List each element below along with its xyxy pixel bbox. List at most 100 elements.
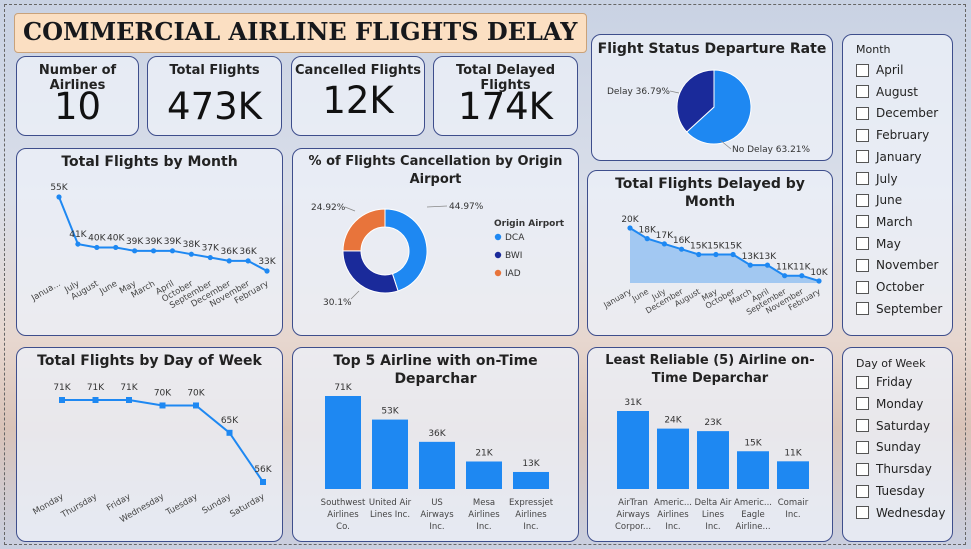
flights-by-month-card[interactable]: Total Flights by Month 55K Janua... 41K Jul… [16,148,283,336]
donut-leader-line [344,206,356,212]
donut-slice-bwi [342,250,399,294]
checkbox[interactable] [856,193,869,207]
slicer-option[interactable]: Saturday [856,416,930,436]
checkbox[interactable] [856,63,869,77]
slicer-option-label: September [876,301,943,316]
pie-leader-line [669,90,680,94]
slicer-option[interactable]: Wednesday [856,503,945,523]
checkbox[interactable] [856,85,869,99]
slicer-option[interactable]: Monday [856,394,923,414]
donut-leader-line [350,290,360,300]
legend-label: IAD [505,269,521,279]
least-reliable-bar-chart: 31K AirTran Airways Corpor... 24K Americ... Ai… [615,398,809,532]
day-of-week-slicer[interactable]: Day of Week Friday Monday Saturday Sunday Th… [842,347,953,542]
slicer-option[interactable]: March [856,212,913,232]
kpi-card-total-flights[interactable]: Total Flights 473K [147,56,282,136]
checkbox[interactable] [856,237,869,251]
legend-label: DCA [505,233,525,243]
data-point [696,251,702,258]
slicer-option-label: October [876,280,925,294]
x-tick-label: Tuesday [164,492,200,518]
checkbox[interactable] [856,128,869,142]
bar [325,396,361,489]
x-tick-label: Southwest [321,498,366,508]
least-reliable-card[interactable]: Least Reliable (5) Airline on-Time Depar… [587,347,833,542]
slicer-option[interactable]: December [856,103,938,123]
legend-title: Origin Airport [494,219,565,229]
data-label: 40K [107,233,125,243]
kpi-card-cancelled[interactable]: Cancelled Flights 12K [291,56,425,136]
kpi-card-delayed[interactable]: Total Delayed Flights 174K [433,56,578,136]
x-tick-label: Airlines [468,510,500,520]
flights-by-day-card[interactable]: Total Flights by Day of Week 71K Monday 71… [16,347,283,542]
data-point [132,248,138,254]
flight-status-card[interactable]: Flight Status Departure Rate Delay 36.79… [591,34,833,161]
checkbox[interactable] [856,172,869,185]
data-label: 65K [221,416,239,426]
slicer-option-label: March [876,214,913,229]
slicer-option-label: Monday [876,396,924,411]
kpi-value: 473K [167,85,262,128]
data-label: 56K [254,465,272,475]
data-label: 53K [381,407,399,417]
x-tick-label: Lines [702,510,725,520]
checkbox[interactable] [856,484,869,498]
data-point [661,241,667,247]
slicer-option[interactable]: October [856,277,924,297]
slicer-option[interactable]: February [856,125,929,145]
delayed-by-month-card[interactable]: Total Flights Delayed by Month 20K Januar… [587,170,833,336]
bar [617,411,649,489]
data-label: 18K [639,226,657,236]
checkbox[interactable] [856,506,869,520]
slicer-option[interactable]: Friday [856,372,912,392]
checkbox[interactable] [856,258,869,272]
data-point [799,273,805,279]
data-label: 16K [673,236,691,246]
checkbox[interactable] [856,215,869,229]
donut-data-label: 30.1% [323,298,352,308]
checkbox[interactable] [856,375,869,389]
kpi-card-airlines[interactable]: Number of Airlines 10 [16,56,139,136]
cancellation-card[interactable]: % of Flights Cancellation by Origin Airp… [292,148,579,336]
data-label: 71K [334,383,352,393]
slicer-option-label: Thursday [876,462,932,477]
pie-data-label: Delay 36.79% [607,87,670,97]
data-point [193,402,199,409]
checkbox[interactable] [856,302,869,316]
data-label: 36K [239,247,257,257]
slicer-option[interactable]: September [856,299,942,319]
slicer-option[interactable]: Tuesday [856,481,925,501]
checkbox[interactable] [856,106,869,120]
slicer-option[interactable]: July [856,169,898,189]
checkbox[interactable] [856,397,869,411]
x-tick-label: Saturday [228,492,266,520]
slicer-option[interactable]: April [856,60,903,80]
month-slicer[interactable]: Month April August December February January… [842,34,953,336]
slicer-option[interactable]: Sunday [856,437,921,457]
checkbox[interactable] [856,150,869,164]
donut-data-label: 24.92% [311,203,346,213]
slicer-option[interactable]: May [856,234,901,254]
slicer-option[interactable]: June [856,190,902,210]
slicer-option[interactable]: Thursday [856,459,932,479]
data-label: 36K [428,429,446,439]
checkbox[interactable] [856,280,869,294]
slicer-option[interactable]: January [856,147,922,167]
kpi-value: 174K [458,85,553,128]
x-tick-label: Inc. [665,522,680,532]
data-label: 21K [475,448,493,458]
legend-marker [494,251,502,259]
data-label: 39K [126,237,144,247]
slicer-option[interactable]: August [856,82,918,102]
checkbox[interactable] [856,419,869,433]
slicer-option[interactable]: November [856,255,938,275]
slicer-option-label: Sunday [876,440,921,455]
top5-airlines-card[interactable]: Top 5 Airline with on-Time Deparchar 71K… [292,347,579,542]
data-label: 70K [154,388,172,398]
checkbox[interactable] [856,440,869,454]
slicer-option-label: June [876,193,903,208]
slicer-option-label: August [876,84,918,99]
checkbox[interactable] [856,462,869,476]
data-label: 15K [724,242,742,252]
x-tick-label: Airlines [327,510,359,520]
